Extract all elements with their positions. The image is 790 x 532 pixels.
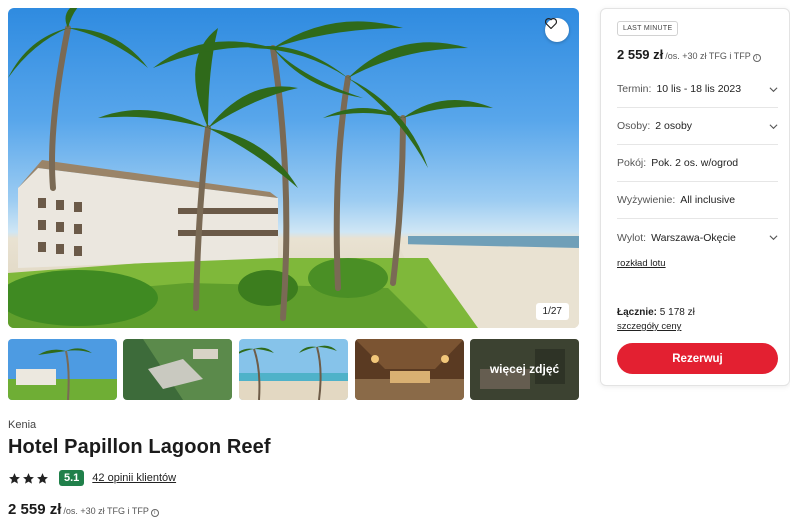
departure-select[interactable]: Wylot: Warszawa-Okęcie: [617, 219, 778, 256]
price: 2 559 zł: [8, 501, 62, 518]
booking-panel: LAST MINUTE 2 559 zł /os. +30 zł TFG i T…: [600, 8, 790, 386]
persons-label: Osoby:: [617, 120, 651, 132]
main-photo[interactable]: 1/27: [8, 8, 579, 328]
price-suffix: /os. +30 zł TFG i TFP: [63, 506, 149, 516]
board-value: All inclusive: [680, 194, 736, 206]
price-details-link[interactable]: szczegóły ceny: [617, 321, 681, 332]
room-field[interactable]: Pokój: Pok. 2 os. w/ogrod: [617, 145, 778, 182]
star-icon: [9, 472, 20, 484]
score-badge: 5.1: [59, 470, 85, 486]
total-label: Łącznie:: [617, 307, 658, 318]
term-select[interactable]: Termin: 10 lis - 18 lis 2023: [617, 71, 778, 108]
thumbnail-image: [239, 339, 348, 400]
departure-value: Warszawa-Okęcie: [651, 231, 736, 244]
info-icon[interactable]: i: [150, 509, 159, 517]
thumbnail-image: [355, 339, 464, 400]
info-icon[interactable]: i: [752, 54, 761, 62]
departure-label: Wylot:: [617, 231, 647, 244]
thumbnail[interactable]: [239, 339, 348, 400]
hotel-stars: [8, 472, 49, 485]
thumbnail-image: [8, 339, 117, 400]
thumbnail-strip: więcej zdjęć: [8, 339, 579, 400]
reviews-link[interactable]: 42 opinii klientów: [92, 472, 176, 484]
panel-price-suffix: /os. +30 zł TFG i TFP: [665, 51, 751, 61]
thumbnail[interactable]: [355, 339, 464, 400]
price-row: 2 559 zł /os. +30 zł TFG i TFP i: [8, 501, 159, 518]
thumbnail-image: [123, 339, 232, 400]
star-icon: [23, 472, 34, 484]
more-photos-tile[interactable]: więcej zdjęć: [470, 339, 579, 400]
heart-icon: [545, 18, 557, 29]
persons-value: 2 osoby: [655, 120, 693, 132]
hotel-name: Hotel Papillon Lagoon Reef: [8, 436, 271, 458]
panel-price-value: 2 559 zł: [617, 47, 664, 62]
favorite-button[interactable]: [545, 18, 569, 42]
hotel-photo-illustration: [8, 8, 579, 328]
term-value: 10 lis - 18 lis 2023: [656, 83, 742, 95]
room-label: Pokój:: [617, 157, 647, 169]
book-button[interactable]: Rezerwuj: [617, 343, 778, 374]
last-minute-badge: LAST MINUTE: [617, 21, 679, 36]
chevron-down-icon: [769, 124, 778, 130]
persons-select[interactable]: Osoby: 2 osoby: [617, 108, 778, 145]
thumbnail[interactable]: [123, 339, 232, 400]
star-icon: [37, 472, 48, 484]
rating-row: 5.1 42 opinii klientów: [8, 469, 176, 487]
flight-schedule-link[interactable]: rozkład lotu: [617, 258, 666, 269]
photo-counter: 1/27: [535, 303, 569, 320]
room-value: Pok. 2 os. w/ogrod: [651, 157, 739, 169]
chevron-down-icon: [769, 235, 778, 241]
term-label: Termin:: [617, 83, 652, 95]
country-label: Kenia: [8, 419, 37, 431]
thumbnail[interactable]: [8, 339, 117, 400]
total-value: 5 178 zł: [659, 307, 695, 318]
total-price: Łącznie: 5 178 zł: [617, 307, 695, 318]
chevron-down-icon: [769, 87, 778, 93]
board-label: Wyżywienie:: [617, 194, 676, 206]
panel-price: 2 559 zł /os. +30 zł TFG i TFP i: [617, 47, 761, 62]
more-photos-label: więcej zdjęć: [470, 339, 579, 400]
board-field[interactable]: Wyżywienie: All inclusive: [617, 182, 778, 219]
